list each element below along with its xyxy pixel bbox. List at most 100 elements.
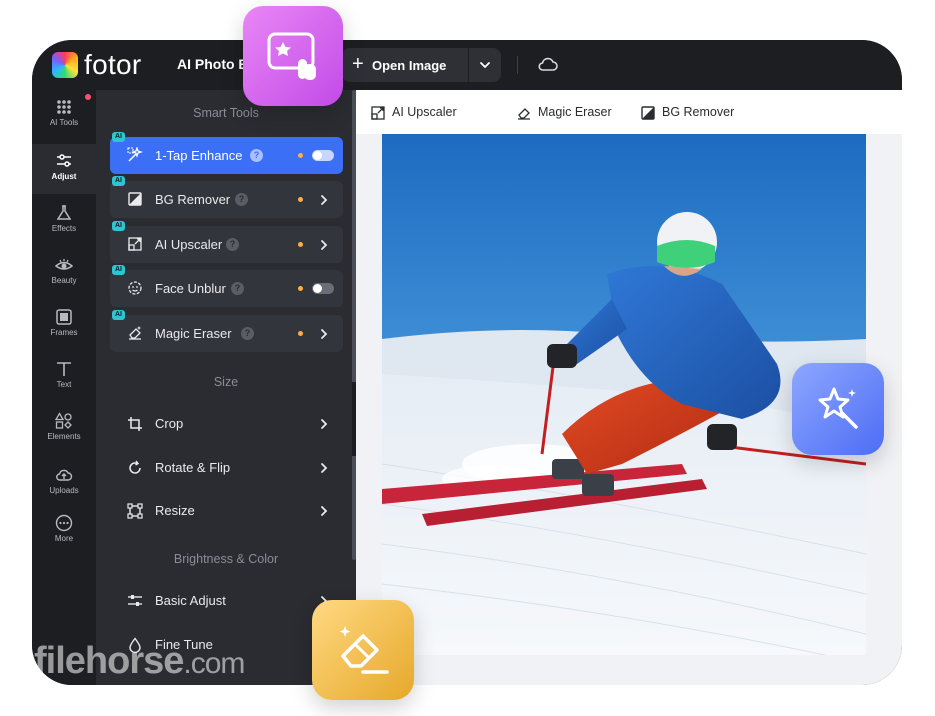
rail-item-effects[interactable]: Effects: [32, 196, 96, 246]
quick-tool-label: Magic Eraser: [538, 105, 612, 119]
section-title-brightness-color: Brightness & Color: [173, 552, 279, 566]
face-unblur-toggle[interactable]: [312, 283, 334, 294]
premium-dot: [298, 242, 303, 247]
rail-label: AI Tools: [49, 118, 79, 127]
touch-star-icon: [267, 32, 316, 80]
rail-item-uploads[interactable]: Uploads: [32, 458, 96, 508]
ai-badge: AI: [112, 265, 125, 275]
tool-label: 1-Tap Enhance: [155, 148, 243, 163]
tool-rotate-flip[interactable]: Rotate & Flip: [110, 450, 343, 486]
tool-label: Crop: [155, 416, 184, 431]
tool-label: Rotate & Flip: [155, 460, 231, 475]
frame-icon: [56, 309, 72, 325]
rail-label: Uploads: [49, 486, 79, 495]
upscale-icon: [371, 106, 385, 120]
ai-badge: AI: [112, 176, 125, 186]
text-icon: [57, 362, 71, 376]
premium-dot: [298, 331, 303, 336]
quick-tool-label: AI Upscaler: [392, 105, 457, 119]
crop-icon: [128, 417, 142, 431]
help-icon[interactable]: ?: [250, 149, 263, 162]
tool-label: Resize: [155, 503, 195, 518]
chevron-down-icon: [480, 62, 490, 69]
magic-wand-badge: [792, 363, 884, 455]
tool-label: Face Unblur: [155, 281, 226, 296]
magic-eraser-badge: [312, 600, 414, 700]
more-icon: [55, 514, 73, 532]
tool-1-tap-enhance[interactable]: AI 1-Tap Enhance ?: [110, 132, 343, 174]
flask-icon: [56, 205, 72, 220]
bg-remove-icon: [641, 106, 655, 120]
rail-label: Adjust: [51, 172, 77, 181]
chevron-right-icon: [321, 463, 328, 473]
ai-badge: AI: [112, 132, 125, 142]
dots-grid-icon: [57, 100, 71, 114]
marketing-stage: fotor AI Photo Ed + Open Image AI Tools: [0, 0, 935, 716]
open-image-label: Open Image: [372, 58, 447, 73]
premium-dot: [298, 286, 303, 291]
face-icon: [128, 281, 142, 295]
bg-remove-icon: [128, 192, 142, 206]
brand-name: fotor: [84, 49, 142, 80]
chevron-right-icon: [321, 240, 328, 250]
chevron-right-icon: [321, 329, 328, 339]
rail-label: Beauty: [51, 276, 77, 285]
tool-resize[interactable]: Resize: [110, 493, 343, 529]
toolbar-divider: [517, 56, 518, 74]
quick-tool-label: BG Remover: [662, 105, 735, 119]
rail-item-adjust[interactable]: Adjust: [32, 144, 96, 194]
rail-label: Effects: [51, 224, 77, 233]
rail-item-frames[interactable]: Frames: [32, 300, 96, 350]
rail-item-ai-tools[interactable]: AI Tools: [32, 90, 96, 140]
rail-label: Frames: [50, 328, 78, 337]
enhance-icon: [127, 147, 143, 162]
open-image-button[interactable]: + Open Image: [342, 48, 468, 82]
rail-item-beauty[interactable]: Beauty: [32, 248, 96, 298]
watermark-main: filehorse: [34, 640, 184, 682]
tool-magic-eraser[interactable]: AI Magic Eraser ?: [110, 310, 343, 352]
chevron-right-icon: [321, 419, 328, 429]
tool-basic-adjust[interactable]: Basic Adjust: [110, 583, 343, 619]
upscale-icon: [128, 237, 142, 251]
cloud-icon[interactable]: [537, 55, 559, 75]
rail-item-more[interactable]: More: [32, 506, 96, 556]
upload-icon: [56, 469, 73, 481]
sliders-icon: [57, 154, 71, 167]
rail-label: Text: [56, 380, 72, 389]
rail-item-elements[interactable]: Elements: [32, 404, 96, 454]
magic-wand-icon: [818, 387, 858, 429]
eraser-icon: [518, 108, 530, 120]
rail-item-text[interactable]: Text: [32, 352, 96, 402]
fotor-logo-icon: [52, 52, 78, 78]
plus-icon: +: [352, 53, 364, 75]
help-icon[interactable]: ?: [231, 282, 244, 295]
tool-ai-upscaler[interactable]: AI AI Upscaler ?: [110, 221, 343, 263]
open-image-dropdown[interactable]: [469, 48, 501, 82]
eye-icon: [55, 259, 73, 270]
tool-bg-remover[interactable]: AI BG Remover ?: [110, 176, 343, 218]
top-bar: fotor AI Photo Ed + Open Image: [32, 40, 902, 90]
app-window: fotor AI Photo Ed + Open Image AI Tools: [32, 40, 902, 685]
ai-badge: AI: [112, 221, 125, 231]
tool-crop[interactable]: Crop: [110, 406, 343, 442]
tool-label: BG Remover: [155, 192, 231, 207]
help-icon[interactable]: ?: [235, 193, 248, 206]
ai-badge: AI: [112, 310, 125, 320]
rotate-icon: [129, 460, 141, 474]
notification-dot: [85, 94, 91, 100]
shapes-icon: [55, 412, 72, 429]
help-icon[interactable]: ?: [241, 327, 254, 340]
sliders-icon: [128, 595, 142, 606]
enhance-toggle[interactable]: [312, 150, 334, 161]
premium-dot: [298, 153, 303, 158]
smart-touch-badge: [243, 6, 343, 106]
chevron-right-icon: [321, 506, 328, 516]
help-icon[interactable]: ?: [226, 238, 239, 251]
tool-face-unblur[interactable]: AI Face Unblur ?: [110, 265, 343, 307]
watermark-suffix: .com: [183, 647, 245, 680]
eraser-sparkle-icon: [339, 626, 389, 674]
watermark: filehorse.com: [34, 640, 245, 683]
quick-tools-bar: AI Upscaler Magic Eraser BG Remover: [356, 90, 902, 134]
premium-dot: [298, 197, 303, 202]
tool-label: Basic Adjust: [155, 593, 226, 608]
